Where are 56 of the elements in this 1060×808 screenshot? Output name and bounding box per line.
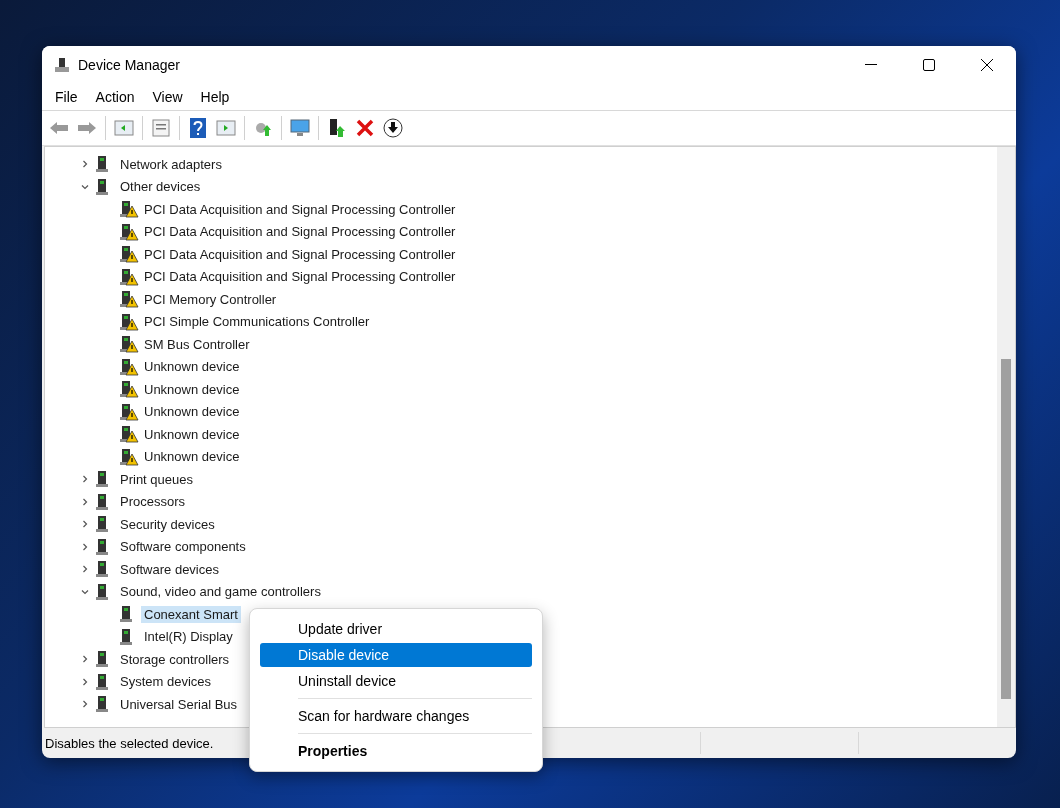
tree-item[interactable]: PCI Simple Communications Controller xyxy=(141,313,373,331)
chevron-right-icon[interactable] xyxy=(80,654,90,665)
context-menu-item[interactable]: Properties xyxy=(260,739,532,763)
maximize-icon[interactable] xyxy=(923,59,935,71)
tree-item[interactable]: Unknown device xyxy=(141,448,243,466)
scroll-thumb[interactable] xyxy=(1001,359,1011,699)
tree-item[interactable]: Processors xyxy=(117,493,189,511)
tree-item[interactable]: Software components xyxy=(117,538,249,556)
chevron-right-icon[interactable] xyxy=(80,159,90,170)
chevron-right-icon[interactable] xyxy=(80,676,90,687)
tree-item[interactable]: PCI Data Acquisition and Signal Processing Controller xyxy=(141,268,459,286)
tree-item[interactable]: Sound, video and game controllers xyxy=(117,583,324,601)
tree-item[interactable]: Unknown device xyxy=(141,425,243,443)
console-tree-icon[interactable] xyxy=(113,117,135,139)
context-menu-item[interactable]: Update driver xyxy=(260,617,532,641)
tree-item[interactable]: SM Bus Controller xyxy=(141,335,253,353)
context-menu-item[interactable]: Scan for hardware changes xyxy=(260,704,532,728)
tree-item[interactable]: Unknown device xyxy=(141,403,243,421)
tree-item[interactable]: Storage controllers xyxy=(117,650,233,668)
tree-item[interactable]: Security devices xyxy=(117,515,218,533)
tree-item[interactable]: Universal Serial Bus xyxy=(117,695,241,713)
menu-item[interactable]: Help xyxy=(191,89,239,105)
context-menu-item[interactable]: Uninstall device xyxy=(260,669,532,693)
window-title: Device Manager xyxy=(78,57,181,73)
chevron-right-icon[interactable] xyxy=(80,496,90,507)
tree-item[interactable]: PCI Data Acquisition and Signal Processing Controller xyxy=(141,223,459,241)
tree-item[interactable]: System devices xyxy=(117,673,215,691)
menu-item[interactable]: File xyxy=(46,89,87,105)
tree-item[interactable]: PCI Data Acquisition and Signal Processing Controller xyxy=(141,245,459,263)
properties-icon[interactable] xyxy=(150,117,172,139)
tree-item[interactable]: PCI Memory Controller xyxy=(141,290,280,308)
tree-item[interactable]: Network adapters xyxy=(117,155,225,173)
tree-item[interactable]: Software devices xyxy=(117,560,222,578)
menu-item[interactable]: View xyxy=(143,89,192,105)
tree-item[interactable]: Unknown device xyxy=(141,380,243,398)
tree-item[interactable]: Unknown device xyxy=(141,358,243,376)
context-menu-item[interactable]: Disable device xyxy=(260,643,532,667)
tree-item[interactable]: Print queues xyxy=(117,470,196,488)
help-icon[interactable] xyxy=(187,117,209,139)
menu-item[interactable]: Action xyxy=(86,89,144,105)
tree-item[interactable]: Intel(R) Display xyxy=(141,628,236,646)
action-pane-icon[interactable] xyxy=(215,117,237,139)
minimize-icon[interactable] xyxy=(865,64,877,66)
scrollbar[interactable] xyxy=(997,147,1015,727)
status-text: Disables the selected device. xyxy=(44,735,215,751)
tree-item[interactable]: Other devices xyxy=(117,178,204,196)
close-icon[interactable] xyxy=(981,59,993,71)
uninstall-x-icon[interactable] xyxy=(354,117,376,139)
chevron-right-icon[interactable] xyxy=(80,474,90,485)
chevron-right-icon[interactable] xyxy=(80,564,90,575)
tree-item[interactable]: PCI Data Acquisition and Signal Processing Controller xyxy=(141,200,459,218)
tree-item[interactable]: Conexant Smart xyxy=(141,605,241,623)
chevron-right-icon[interactable] xyxy=(80,541,90,552)
chevron-right-icon[interactable] xyxy=(80,699,90,710)
chevron-right-icon[interactable] xyxy=(80,519,90,530)
device-manager-icon xyxy=(54,57,70,73)
